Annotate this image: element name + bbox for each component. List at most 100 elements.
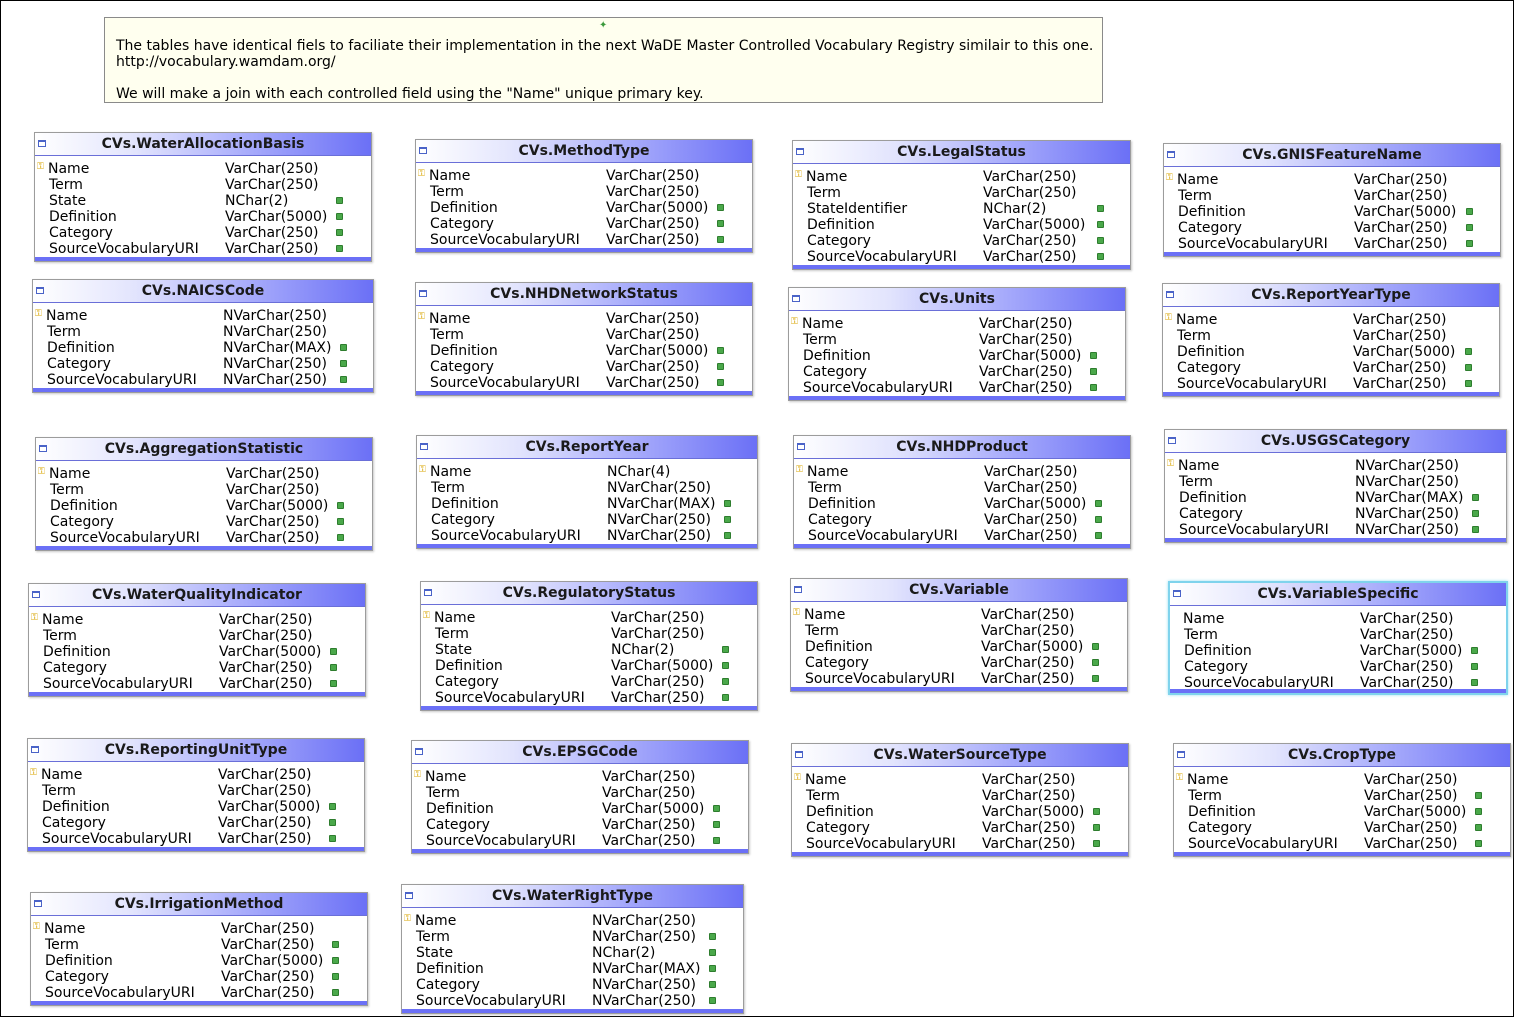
column-row[interactable]: Definition VarChar(5000) <box>792 804 1128 820</box>
column-row[interactable]: Category VarChar(250) <box>36 514 372 530</box>
column-row[interactable]: SourceVocabularyURI NVarChar(250) <box>402 993 743 1009</box>
column-row[interactable]: Term VarChar(250) <box>1164 188 1500 204</box>
column-row[interactable]: ⚿ Name NVarChar(250) <box>402 913 743 929</box>
table-report-year[interactable]: CVs.ReportYear ⚿ Name NChar(4) Term NVarChar(… <box>416 435 758 549</box>
column-row[interactable]: Definition VarChar(5000) <box>794 496 1130 512</box>
column-row[interactable]: Term NVarChar(250) <box>417 480 757 496</box>
column-row[interactable]: ⚿ Name VarChar(250) <box>793 169 1130 185</box>
column-row[interactable]: Definition VarChar(5000) <box>31 953 367 969</box>
column-row[interactable]: Definition VarChar(5000) <box>789 348 1125 364</box>
column-row[interactable]: SourceVocabularyURI VarChar(250) <box>35 241 371 257</box>
column-row[interactable]: Definition VarChar(5000) <box>791 639 1127 655</box>
table-gnis-feature-name[interactable]: CVs.GNISFeatureName ⚿ Name VarChar(250) Term… <box>1163 143 1501 257</box>
table-aggregation-statistic[interactable]: CVs.AggregationStatistic ⚿ Name VarChar(250… <box>35 437 373 551</box>
table-header[interactable]: CVs.NHDNetworkStatus <box>416 283 752 306</box>
column-row[interactable]: SourceVocabularyURI VarChar(250) <box>1164 236 1500 252</box>
column-row[interactable]: Name VarChar(250) <box>1170 611 1506 627</box>
column-row[interactable]: Term VarChar(250) <box>36 482 372 498</box>
table-header[interactable]: CVs.NHDProduct <box>794 436 1130 459</box>
table-water-right-type[interactable]: CVs.WaterRightType ⚿ Name NVarChar(250) Term… <box>401 884 744 1014</box>
column-row[interactable]: SourceVocabularyURI NVarChar(250) <box>417 528 757 544</box>
table-reporting-unit-type[interactable]: CVs.ReportingUnitType ⚿ Name VarChar(250) Te… <box>27 738 365 852</box>
column-row[interactable]: Category VarChar(250) <box>791 655 1127 671</box>
table-header[interactable]: CVs.RegulatoryStatus <box>421 582 757 605</box>
column-row[interactable]: ⚿ Name VarChar(250) <box>28 767 364 783</box>
column-row[interactable]: ⚿ Name NVarChar(250) <box>33 308 373 324</box>
column-row[interactable]: State NChar(2) <box>402 945 743 961</box>
table-header[interactable]: CVs.EPSGCode <box>412 741 748 764</box>
column-row[interactable]: Term VarChar(250) <box>791 623 1127 639</box>
column-row[interactable]: Category VarChar(250) <box>793 233 1130 249</box>
column-row[interactable]: ⚿ Name VarChar(250) <box>35 161 371 177</box>
column-row[interactable]: Term VarChar(250) <box>1170 627 1506 643</box>
column-row[interactable]: Term VarChar(250) <box>792 788 1128 804</box>
column-row[interactable]: SourceVocabularyURI VarChar(250) <box>794 528 1130 544</box>
table-water-quality-indicator[interactable]: CVs.WaterQualityIndicator ⚿ Name VarChar(25… <box>28 583 366 697</box>
table-nhd-network-status[interactable]: CVs.NHDNetworkStatus ⚿ Name VarChar(250) Ter… <box>415 282 753 396</box>
column-row[interactable]: SourceVocabularyURI VarChar(250) <box>1163 376 1499 392</box>
column-row[interactable]: ⚿ Name VarChar(250) <box>789 316 1125 332</box>
table-header[interactable]: CVs.Units <box>789 288 1125 311</box>
column-row[interactable]: SourceVocabularyURI VarChar(250) <box>31 985 367 1001</box>
column-row[interactable]: State NChar(2) <box>35 193 371 209</box>
table-epsg-code[interactable]: CVs.EPSGCode ⚿ Name VarChar(250) Term VarChar… <box>411 740 749 854</box>
column-row[interactable]: Definition NVarChar(MAX) <box>402 961 743 977</box>
column-row[interactable]: Definition VarChar(5000) <box>416 200 752 216</box>
column-row[interactable]: Term VarChar(250) <box>31 937 367 953</box>
column-row[interactable]: Definition VarChar(5000) <box>793 217 1130 233</box>
column-row[interactable]: Term VarChar(250) <box>416 184 752 200</box>
column-row[interactable]: Category NVarChar(250) <box>417 512 757 528</box>
table-regulatory-status[interactable]: CVs.RegulatoryStatus ⚿ Name VarChar(250) Ter… <box>420 581 758 711</box>
column-row[interactable]: Definition NVarChar(MAX) <box>417 496 757 512</box>
column-row[interactable]: Term VarChar(250) <box>1163 328 1499 344</box>
column-row[interactable]: SourceVocabularyURI VarChar(250) <box>792 836 1128 852</box>
column-row[interactable]: ⚿ Name VarChar(250) <box>791 607 1127 623</box>
column-row[interactable]: ⚿ Name VarChar(250) <box>412 769 748 785</box>
column-row[interactable]: Term NVarChar(250) <box>1165 474 1506 490</box>
column-row[interactable]: Category NVarChar(250) <box>402 977 743 993</box>
column-row[interactable]: SourceVocabularyURI NVarChar(250) <box>1165 522 1506 538</box>
column-row[interactable]: Category VarChar(250) <box>1163 360 1499 376</box>
column-row[interactable]: Definition VarChar(5000) <box>36 498 372 514</box>
column-row[interactable]: Category VarChar(250) <box>29 660 365 676</box>
column-row[interactable]: Definition VarChar(5000) <box>1163 344 1499 360</box>
column-row[interactable]: Category VarChar(250) <box>1174 820 1510 836</box>
column-row[interactable]: ⚿ Name NVarChar(250) <box>1165 458 1506 474</box>
column-row[interactable]: ⚿ Name VarChar(250) <box>29 612 365 628</box>
table-crop-type[interactable]: CVs.CropType ⚿ Name VarChar(250) Term VarChar… <box>1173 743 1511 857</box>
table-header[interactable]: CVs.MethodType <box>416 140 752 163</box>
column-row[interactable]: Category VarChar(250) <box>1170 659 1506 675</box>
column-row[interactable]: ⚿ Name VarChar(250) <box>36 466 372 482</box>
column-row[interactable]: StateIdentifier NChar(2) <box>793 201 1130 217</box>
column-row[interactable]: Term VarChar(250) <box>416 327 752 343</box>
column-row[interactable]: Term VarChar(250) <box>789 332 1125 348</box>
column-row[interactable]: Definition VarChar(5000) <box>1174 804 1510 820</box>
column-row[interactable]: SourceVocabularyURI VarChar(250) <box>412 833 748 849</box>
table-header[interactable]: CVs.Variable <box>791 579 1127 602</box>
column-row[interactable]: Category VarChar(250) <box>789 364 1125 380</box>
column-row[interactable]: Category VarChar(250) <box>421 674 757 690</box>
table-header[interactable]: CVs.VariableSpecific <box>1170 583 1506 606</box>
column-row[interactable]: Term VarChar(250) <box>1174 788 1510 804</box>
diagram-note[interactable]: ✦ The tables have identical fiels to fac… <box>104 17 1103 103</box>
column-row[interactable]: ⚿ Name VarChar(250) <box>1164 172 1500 188</box>
column-row[interactable]: ⚿ Name VarChar(250) <box>31 921 367 937</box>
table-report-year-type[interactable]: CVs.ReportYearType ⚿ Name VarChar(250) Term V… <box>1162 283 1500 397</box>
column-row[interactable]: Category VarChar(250) <box>28 815 364 831</box>
column-row[interactable]: Definition VarChar(5000) <box>1164 204 1500 220</box>
column-row[interactable]: SourceVocabularyURI VarChar(250) <box>791 671 1127 687</box>
column-row[interactable]: Term VarChar(250) <box>793 185 1130 201</box>
table-legal-status[interactable]: CVs.LegalStatus ⚿ Name VarChar(250) Term VarC… <box>792 140 1131 270</box>
table-method-type[interactable]: CVs.MethodType ⚿ Name VarChar(250) Term VarCh… <box>415 139 753 253</box>
column-row[interactable]: SourceVocabularyURI VarChar(250) <box>29 676 365 692</box>
table-naics-code[interactable]: CVs.NAICSCode ⚿ Name NVarChar(250) Term NVarC… <box>32 279 374 393</box>
column-row[interactable]: Term VarChar(250) <box>421 626 757 642</box>
column-row[interactable]: Category VarChar(250) <box>1164 220 1500 236</box>
table-header[interactable]: CVs.NAICSCode <box>33 280 373 303</box>
column-row[interactable]: Term VarChar(250) <box>28 783 364 799</box>
column-row[interactable]: ⚿ Name VarChar(250) <box>1163 312 1499 328</box>
column-row[interactable]: SourceVocabularyURI VarChar(250) <box>28 831 364 847</box>
column-row[interactable]: SourceVocabularyURI VarChar(250) <box>416 232 752 248</box>
column-row[interactable]: Definition NVarChar(MAX) <box>1165 490 1506 506</box>
column-row[interactable]: Term NVarChar(250) <box>402 929 743 945</box>
